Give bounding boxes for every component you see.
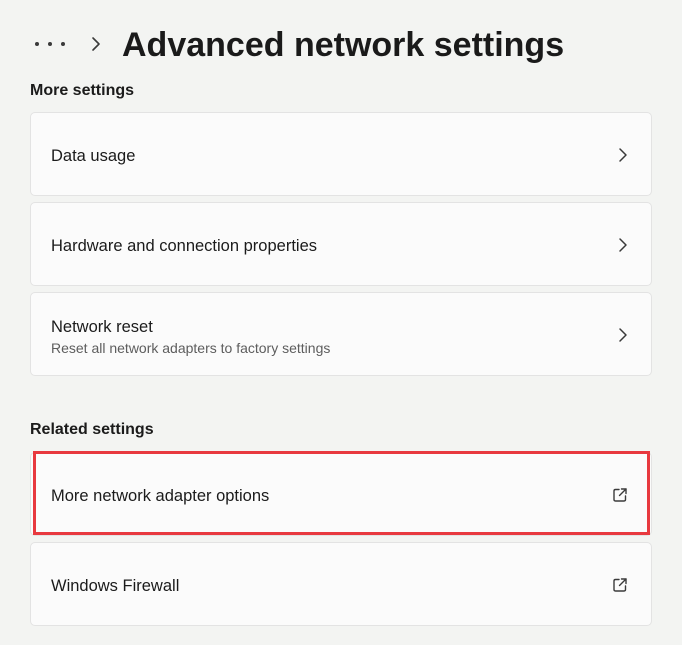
open-external-icon <box>613 578 627 592</box>
open-external-icon <box>613 488 627 502</box>
section-heading-related-settings: Related settings <box>30 421 154 438</box>
data-usage-item[interactable]: Data usage <box>30 112 652 196</box>
more-network-adapter-options-item[interactable]: More network adapter options <box>30 452 652 536</box>
chevron-right-icon <box>619 328 627 342</box>
page-title: Advanced network settings <box>122 26 565 64</box>
chevron-right-icon <box>619 148 627 162</box>
windows-firewall-item[interactable]: Windows Firewall <box>30 542 652 626</box>
chevron-right-icon <box>619 238 627 252</box>
item-title: Network reset <box>51 318 153 336</box>
item-title: Hardware and connection properties <box>51 237 317 255</box>
page-header: Advanced network settings <box>0 22 682 72</box>
item-title: Data usage <box>51 147 136 165</box>
hardware-connection-properties-item[interactable]: Hardware and connection properties <box>30 202 652 286</box>
section-heading-more-settings: More settings <box>30 82 135 99</box>
item-title: More network adapter options <box>51 487 270 505</box>
item-subtitle: Reset all network adapters to factory se… <box>51 340 331 356</box>
item-title: Windows Firewall <box>51 577 180 595</box>
more-horizontal-icon[interactable] <box>35 41 65 47</box>
chevron-right-icon <box>92 37 100 51</box>
network-reset-item[interactable]: Network reset Reset all network adapters… <box>30 292 652 376</box>
